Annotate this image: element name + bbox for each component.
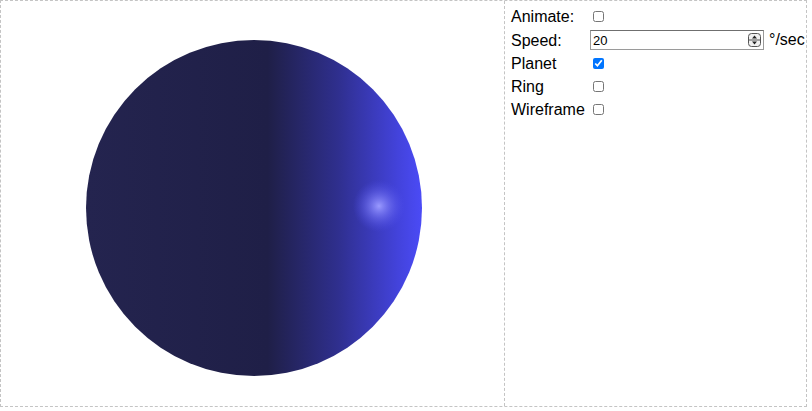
- checkbox[interactable]: [593, 11, 604, 22]
- control-panel: Animate: Speed: °/sec Planet Ring Wireframe: [505, 1, 806, 406]
- control-label: Ring: [511, 77, 590, 96]
- control-label: Speed:: [511, 31, 590, 50]
- checkbox[interactable]: [593, 104, 604, 115]
- checkbox[interactable]: [593, 58, 604, 69]
- speed-unit: °/sec: [769, 31, 805, 49]
- speed-control: °/sec: [590, 30, 806, 50]
- speed-input[interactable]: [591, 32, 748, 49]
- spinner-icon[interactable]: [748, 33, 761, 47]
- app-frame: Animate: Speed: °/sec Planet Ring Wireframe: [0, 0, 807, 407]
- viewport: [1, 1, 505, 406]
- control-label: Wireframe: [511, 100, 590, 119]
- control-label: Planet: [511, 54, 590, 73]
- planet-icon[interactable]: [1, 1, 504, 406]
- control-label: Animate:: [511, 7, 590, 26]
- speed-field[interactable]: [590, 30, 764, 50]
- checkbox[interactable]: [593, 81, 604, 92]
